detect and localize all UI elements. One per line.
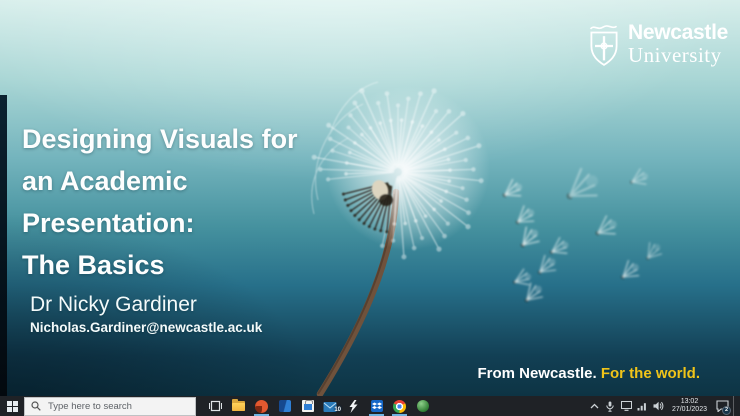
clock-time: 13:02 bbox=[680, 398, 699, 405]
mail-unread-badge: 10 bbox=[334, 407, 341, 413]
volume-tray-button[interactable] bbox=[652, 398, 665, 414]
task-view-icon bbox=[209, 400, 222, 412]
desktop-screen: Newcastle University Designing Visuals f… bbox=[0, 0, 740, 416]
dropbox-icon bbox=[370, 400, 383, 412]
dropbox-button[interactable] bbox=[365, 396, 388, 416]
slide-left-edge-strip bbox=[0, 95, 7, 396]
lightning-icon bbox=[349, 399, 358, 413]
title-line-2: an Academic bbox=[22, 166, 188, 196]
microphone-tray-button[interactable] bbox=[604, 398, 617, 414]
display-tray-button[interactable] bbox=[620, 398, 633, 414]
title-line-1: Designing Visuals for bbox=[22, 124, 298, 154]
logo-title: Newcastle bbox=[627, 21, 728, 44]
store-icon bbox=[301, 400, 314, 412]
tray-overflow-button[interactable] bbox=[588, 398, 601, 414]
university-logo: Newcastle University bbox=[586, 22, 728, 70]
search-icon bbox=[31, 401, 41, 411]
green-orb-icon bbox=[416, 400, 429, 412]
system-tray: 13:02 27/01/2023 2 bbox=[588, 396, 740, 416]
clock-date: 27/01/2023 bbox=[671, 406, 707, 413]
slide-title: Designing Visuals for an Academic Presen… bbox=[22, 118, 298, 286]
university-shield-icon bbox=[589, 25, 618, 66]
dandelion-photo bbox=[310, 81, 663, 396]
search-input[interactable] bbox=[46, 399, 170, 413]
presenter-email: Nicholas.Gardiner@newcastle.ac.uk bbox=[30, 320, 263, 335]
lightning-app-button[interactable] bbox=[342, 396, 365, 416]
logo-subtitle: University bbox=[627, 43, 722, 67]
tagline-from-newcastle: From Newcastle. bbox=[477, 365, 597, 382]
chrome-icon bbox=[393, 399, 406, 413]
notification-center-button[interactable]: 2 bbox=[714, 398, 731, 415]
show-desktop-button[interactable] bbox=[733, 396, 737, 416]
microphone-icon bbox=[606, 401, 615, 412]
powerpoint-icon bbox=[255, 399, 268, 413]
mail-button[interactable]: 10 bbox=[319, 396, 342, 416]
title-line-3: Presentation: bbox=[22, 208, 195, 238]
network-icon bbox=[637, 402, 647, 410]
display-icon bbox=[620, 401, 632, 411]
tagline-for-the-world: For the world. bbox=[600, 365, 700, 382]
powerpoint-button[interactable] bbox=[250, 396, 273, 416]
university-tagline: From Newcastle. For the world. bbox=[477, 365, 700, 382]
chevron-up-icon bbox=[590, 403, 599, 409]
chrome-button[interactable] bbox=[388, 396, 411, 416]
windows-logo-icon bbox=[6, 400, 18, 412]
taskbar-search[interactable] bbox=[24, 396, 196, 416]
store-button[interactable] bbox=[296, 396, 319, 416]
word-icon bbox=[278, 400, 291, 412]
presenter-name: Dr Nicky Gardiner bbox=[30, 293, 197, 316]
slide-canvas[interactable]: Newcastle University Designing Visuals f… bbox=[0, 0, 740, 396]
windows-taskbar: 10 bbox=[0, 396, 740, 416]
start-button[interactable] bbox=[0, 396, 24, 416]
tray-clock[interactable]: 13:02 27/01/2023 bbox=[672, 398, 707, 414]
word-button[interactable] bbox=[273, 396, 296, 416]
file-explorer-icon bbox=[232, 399, 245, 411]
file-explorer-button[interactable] bbox=[227, 396, 250, 416]
title-line-4: The Basics bbox=[22, 250, 165, 280]
network-tray-button[interactable] bbox=[636, 398, 649, 414]
green-app-button[interactable] bbox=[411, 396, 434, 416]
notification-badge: 2 bbox=[722, 406, 731, 415]
task-view-button[interactable] bbox=[204, 396, 227, 416]
volume-icon bbox=[653, 401, 664, 411]
